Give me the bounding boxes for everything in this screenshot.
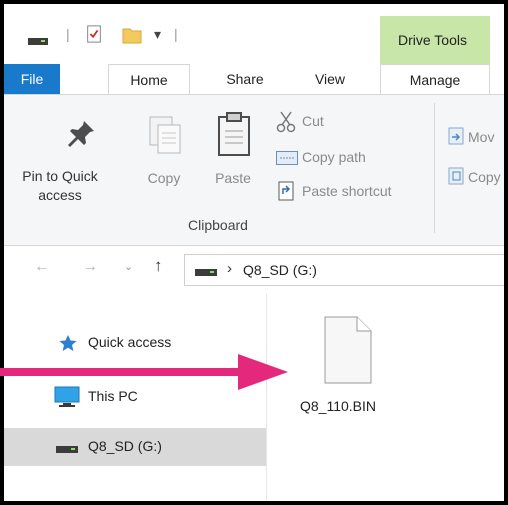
move-to-button[interactable]: Mov <box>468 129 494 145</box>
pin-to-quick-access-button[interactable]: Pin to Quick access <box>4 167 116 205</box>
explorer-content: Quick access This PC Q8_SD (G:) Q8_110.B… <box>4 294 504 501</box>
properties-icon[interactable] <box>86 25 102 43</box>
nav-label: Quick access <box>88 334 172 350</box>
pin-icon <box>68 121 94 147</box>
ribbon-tabs: File Home Share View Manage <box>4 64 504 96</box>
address-path[interactable]: Q8_SD (G:) <box>243 262 317 278</box>
clipboard-group-label: Clipboard <box>188 217 248 233</box>
paste-button[interactable]: Paste <box>208 169 258 188</box>
up-icon[interactable]: ↑ <box>154 256 163 276</box>
drive-icon <box>56 446 78 453</box>
tab-view[interactable]: View <box>300 64 360 94</box>
drive-icon[interactable] <box>28 32 48 50</box>
qat-separator-2: | <box>174 26 178 42</box>
address-bar[interactable]: › Q8_SD (G:) <box>184 254 504 286</box>
back-icon[interactable]: ← <box>34 258 50 276</box>
tab-manage[interactable]: Manage <box>380 64 490 95</box>
nav-label: Q8_SD (G:) <box>88 438 162 454</box>
navigation-pane: Quick access This PC Q8_SD (G:) <box>4 294 266 501</box>
group-separator <box>434 103 435 233</box>
copy-to-button[interactable]: Copy <box>468 169 501 185</box>
qat-separator: | <box>66 26 70 42</box>
recent-locations-chevron-icon[interactable]: ⌄ <box>124 260 133 273</box>
annotation-arrow-icon <box>0 354 288 390</box>
copy-icon <box>149 116 181 154</box>
forward-icon[interactable]: → <box>82 258 98 276</box>
file-explorer-window: | ▾ | Drive Tools File Home Share View M… <box>0 0 508 505</box>
copy-button[interactable]: Copy <box>140 169 188 188</box>
paste-shortcut-icon <box>278 181 294 201</box>
ribbon-home: Pin to Quick access Copy Paste Cut Copy … <box>4 94 504 246</box>
cut-button[interactable]: Cut <box>302 113 324 129</box>
nav-item-q8-sd[interactable]: Q8_SD (G:) <box>4 428 266 466</box>
file-name[interactable]: Q8_110.BIN <box>300 398 376 414</box>
move-to-icon <box>448 127 464 145</box>
address-row: ← → ⌄ ↑ › Q8_SD (G:) <box>4 248 504 292</box>
paste-shortcut-button[interactable]: Paste shortcut <box>302 183 392 199</box>
drive-tools-label: Drive Tools <box>398 32 467 48</box>
tab-share[interactable]: Share <box>210 64 280 94</box>
pane-divider <box>266 294 267 501</box>
address-chevron-icon[interactable]: › <box>227 260 232 277</box>
copy-path-icon <box>276 151 298 165</box>
new-folder-icon[interactable] <box>122 26 142 44</box>
tab-file[interactable]: File <box>4 64 60 94</box>
cut-icon <box>276 111 296 133</box>
qat-dropdown-icon[interactable]: ▾ <box>154 26 161 43</box>
address-drive-icon <box>195 269 217 276</box>
copy-to-icon <box>448 167 464 185</box>
paste-icon <box>218 112 250 156</box>
star-icon <box>59 335 77 351</box>
copy-path-button[interactable]: Copy path <box>302 149 366 165</box>
tab-home[interactable]: Home <box>108 64 190 96</box>
file-icon <box>324 316 372 384</box>
